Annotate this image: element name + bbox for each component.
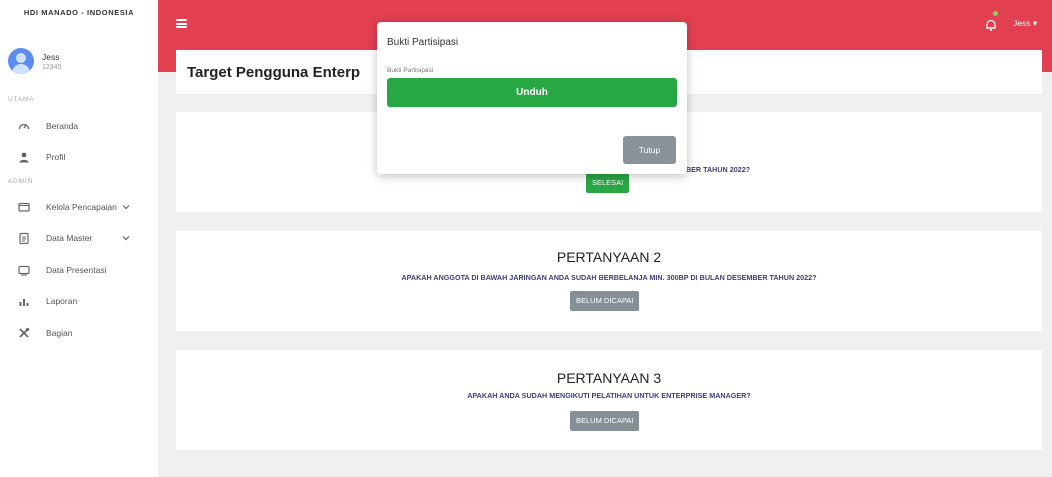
sidebar-item-label: Kelola Pencapaian — [46, 202, 117, 212]
sidebar-item-label: Profil — [46, 152, 66, 162]
sidebar-item-label: Data Master — [46, 233, 93, 243]
chart-icon — [18, 295, 30, 307]
monitor-icon — [18, 264, 30, 276]
status-badge[interactable]: SELESAI — [586, 173, 630, 193]
chevron-down-icon — [122, 203, 130, 212]
sidebar-item-data-presentasi[interactable]: Data Presentasi — [18, 262, 146, 278]
modal-field-label: Bukti Partisipasi — [387, 67, 434, 74]
menu-toggle-icon[interactable] — [176, 19, 187, 28]
sidebar-item-laporan[interactable]: Laporan — [18, 293, 146, 309]
status-badge[interactable]: BELUM DICAPAI — [570, 411, 640, 431]
chevron-down-icon — [122, 234, 130, 243]
notification-badge — [993, 11, 998, 16]
participation-proof-modal: Bukti Partisipasi Bukti Partisipasi Undu… — [377, 22, 687, 174]
question-title: PERTANYAAN 2 — [556, 249, 662, 265]
bell-icon[interactable] — [984, 18, 998, 32]
user-name: Jess — [42, 52, 60, 62]
download-button[interactable]: Unduh — [387, 78, 677, 107]
sidebar: HDI MANADO - INDONESIA Jess 12345 UTAMA … — [0, 0, 158, 477]
dashboard-icon — [18, 120, 30, 132]
question-text: APAKAH ANDA SUDAH MENGIKUTI PELATIHAN UN… — [467, 391, 751, 400]
user-profile: Jess 12345 — [8, 48, 148, 78]
question-card-3: PERTANYAAN 3 APAKAH ANDA SUDAH MENGIKUTI… — [176, 350, 1042, 450]
caret-down-icon: ▾ — [1032, 18, 1038, 28]
sidebar-item-bagian[interactable]: Bagian — [18, 325, 146, 341]
user-icon — [18, 151, 30, 163]
question-card-2: PERTANYAAN 2 APAKAH ANGGOTA DI BAWAH JAR… — [176, 231, 1042, 331]
avatar — [8, 48, 34, 74]
sidebar-item-profil[interactable]: Profil — [18, 149, 146, 165]
sidebar-item-data-master[interactable]: Data Master — [18, 230, 146, 246]
clipboard-icon — [18, 232, 30, 244]
sidebar-item-label: Beranda — [46, 121, 79, 131]
tools-icon — [18, 327, 30, 339]
close-button[interactable]: Tutup — [623, 136, 676, 164]
folder-icon — [18, 201, 30, 213]
user-id: 12345 — [42, 64, 62, 71]
user-menu[interactable]: Jess ▾ — [1013, 18, 1037, 29]
sidebar-item-label: Bagian — [46, 328, 73, 338]
question-title: PERTANYAAN 3 — [556, 370, 662, 386]
status-badge[interactable]: BELUM DICAPAI — [570, 291, 640, 311]
section-label-admin: ADMIN — [8, 178, 33, 185]
user-menu-label: Jess — [1013, 18, 1031, 28]
brand-title: HDI MANADO - INDONESIA — [23, 8, 135, 17]
sidebar-item-label: Laporan — [46, 296, 78, 306]
section-label-main: UTAMA — [8, 96, 35, 103]
question-text: APAKAH ANGGOTA DI BAWAH JARINGAN ANDA SU… — [401, 273, 817, 282]
page-title: Target Pengguna Enterp — [187, 64, 361, 81]
modal-title: Bukti Partisipasi — [387, 37, 459, 48]
sidebar-item-label: Data Presentasi — [46, 265, 107, 275]
sidebar-item-beranda[interactable]: Beranda — [18, 118, 146, 134]
sidebar-item-kelola-pencapaian[interactable]: Kelola Pencapaian — [18, 199, 146, 215]
